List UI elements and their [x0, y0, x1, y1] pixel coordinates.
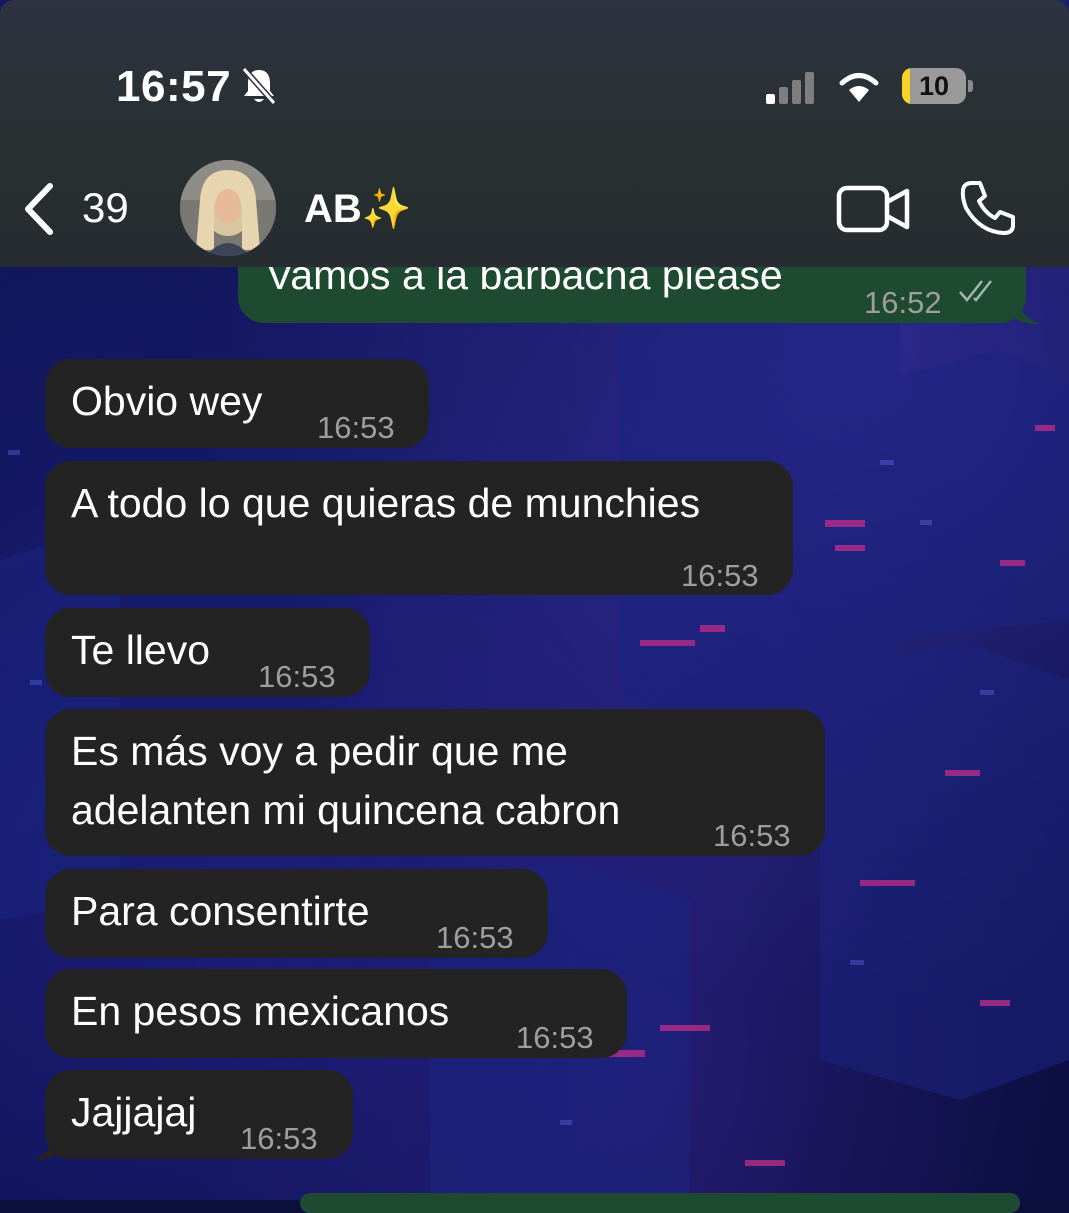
contact-name[interactable]: AB✨	[304, 185, 412, 232]
phone-call-icon[interactable]	[958, 178, 1018, 238]
message-text: Jajjajaj	[71, 1089, 197, 1135]
avatar[interactable]	[180, 160, 276, 256]
message-text: Obvio wey	[71, 378, 263, 424]
message-incoming[interactable]: A todo lo que quieras de munchies 16:53	[45, 461, 793, 595]
message-incoming[interactable]: Para consentirte 16:53	[45, 869, 548, 958]
message-incoming[interactable]: En pesos mexicanos 16:53	[45, 969, 627, 1058]
battery-level: 10	[918, 71, 950, 101]
message-text: En pesos mexicanos	[71, 988, 450, 1034]
back-chevron-icon[interactable]	[22, 182, 56, 236]
message-time: 16:52	[864, 285, 942, 320]
message-incoming[interactable]: Te llevo 16:53	[45, 608, 370, 697]
message-text: A todo lo que quieras de munchies	[71, 480, 701, 526]
video-call-icon[interactable]	[836, 184, 910, 234]
status-time: 16:57	[116, 62, 232, 111]
signal-icon	[766, 72, 814, 104]
message-time: 16:53	[713, 818, 791, 853]
mute-bell-icon	[241, 67, 277, 105]
message-time: 16:53	[317, 410, 395, 445]
message-outgoing-partial	[300, 1193, 1020, 1213]
message-incoming[interactable]: Obvio wey 16:53	[45, 359, 429, 448]
message-time: 16:53	[258, 659, 336, 694]
read-ticks-icon	[959, 280, 992, 302]
message-time: 16:53	[436, 920, 514, 955]
message-text: Te llevo	[71, 627, 211, 673]
message-time: 16:53	[240, 1121, 318, 1156]
message-time: 16:53	[516, 1020, 594, 1055]
message-line: Es más voy a pedir que me	[71, 728, 568, 774]
wifi-icon	[839, 73, 879, 102]
message-incoming[interactable]: Jajjajaj 16:53	[45, 1070, 353, 1159]
message-time: 16:53	[681, 558, 759, 593]
message-line: adelanten mi quincena cabron	[71, 787, 621, 833]
message-incoming[interactable]: Es más voy a pedir que me adelanten mi q…	[45, 709, 825, 856]
battery-icon: 10	[902, 68, 966, 104]
message-text: Para consentirte	[71, 888, 370, 934]
back-unread-count[interactable]: 39	[82, 184, 129, 232]
chat-header: 16:57 10 39 AB✨	[0, 0, 1069, 267]
